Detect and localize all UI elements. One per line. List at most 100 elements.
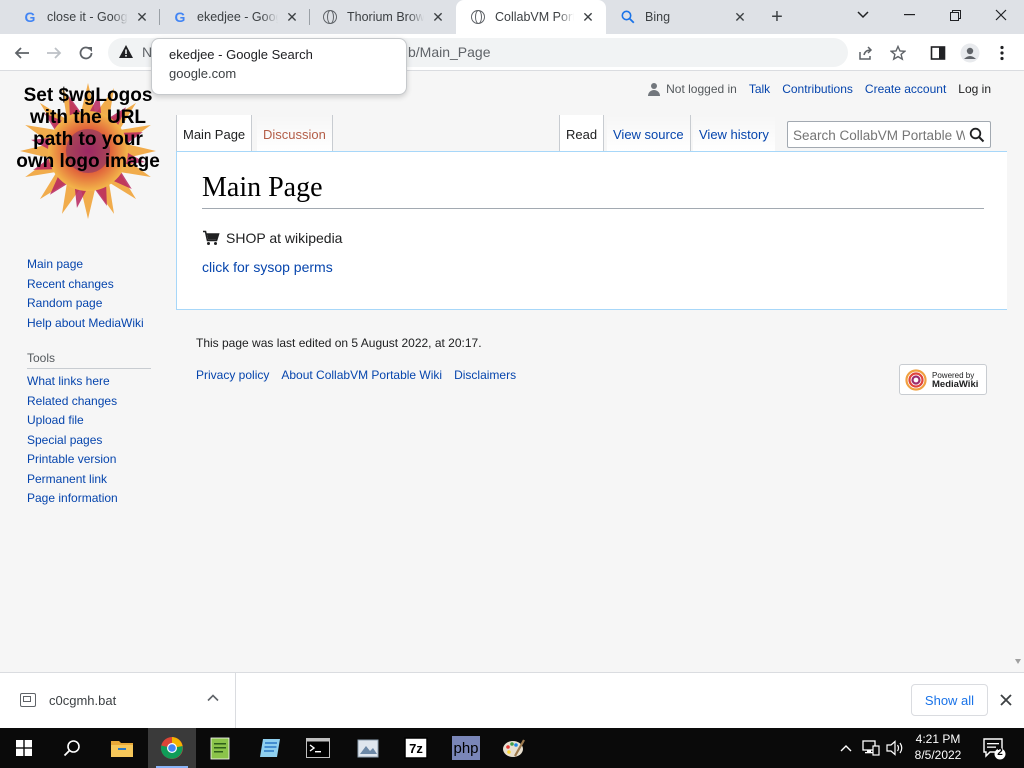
notepad-plus-icon[interactable]: [196, 728, 244, 768]
sidebar-item-page-information[interactable]: Page information: [27, 489, 118, 509]
google-g-icon: G: [24, 9, 36, 25]
close-icon[interactable]: ✕: [284, 9, 300, 25]
sidebar-item-special-pages[interactable]: Special pages: [27, 431, 118, 451]
sidebar-item-upload-file[interactable]: Upload file: [27, 411, 118, 431]
tab-read-label[interactable]: Read: [566, 127, 597, 142]
close-icon[interactable]: ✕: [732, 9, 748, 25]
user-icon: [648, 82, 661, 96]
close-icon[interactable]: ✕: [580, 9, 596, 25]
tray-overflow-chevron-icon[interactable]: [836, 728, 856, 768]
forward-arrow-icon[interactable]: [40, 39, 68, 67]
globe-icon: [322, 9, 338, 25]
wiki-search-box: [787, 121, 991, 148]
tab-ekedjee[interactable]: G ekedjee - Google Search ✕: [158, 0, 310, 34]
windows-start-icon[interactable]: [0, 728, 48, 768]
share-icon[interactable]: [852, 39, 880, 67]
about-wiki-link[interactable]: About CollabVM Portable Wiki: [281, 368, 442, 382]
sidebar-navigation: Main page Recent changes Random page Hel…: [27, 255, 144, 333]
last-edited-text: This page was last edited on 5 August 20…: [196, 336, 482, 350]
logo-text: Set $wgLogos with the URL path to your o…: [16, 85, 160, 172]
warning-triangle-icon[interactable]: [118, 44, 134, 60]
sidebar-item-recent-changes[interactable]: Recent changes: [27, 275, 144, 295]
tab-thorium[interactable]: Thorium Browser ✕: [308, 0, 456, 34]
reload-icon[interactable]: [72, 39, 100, 67]
tab-title: close it - Google Search: [47, 10, 128, 24]
shop-line: SHOP at wikipedia: [202, 230, 342, 246]
tab-main-page-label[interactable]: Main Page: [183, 127, 245, 142]
disclaimers-link[interactable]: Disclaimers: [454, 368, 516, 382]
taskbar-clock[interactable]: 4:21 PM 8/5/2022: [904, 731, 972, 763]
file-explorer-icon[interactable]: [98, 728, 146, 768]
tab-discussion[interactable]: Discussion: [257, 115, 333, 151]
content-area: Main Page SHOP at wikipedia click for sy…: [176, 151, 1007, 310]
cmd-icon[interactable]: [294, 728, 342, 768]
tab-bing[interactable]: Bing ✕: [606, 0, 758, 34]
volume-icon[interactable]: [884, 728, 906, 768]
back-arrow-icon[interactable]: [8, 39, 36, 67]
url-text[interactable]: b/Main_Page: [408, 44, 491, 60]
search-icon[interactable]: [969, 127, 985, 143]
tab-title: CollabVM Portable Wiki: [495, 10, 574, 24]
sidebar-item-printable-version[interactable]: Printable version: [27, 450, 118, 470]
chrome-icon[interactable]: [148, 728, 196, 768]
sidebar-tools: What links here Related changes Upload f…: [27, 372, 118, 509]
shopping-cart-icon: [203, 230, 220, 245]
7zip-label: 7z: [409, 740, 423, 756]
taskbar-search-icon[interactable]: [48, 728, 96, 768]
sysop-perms-link[interactable]: click for sysop perms: [202, 259, 333, 275]
close-download-bar-icon[interactable]: [996, 690, 1016, 710]
tab-read[interactable]: Read: [559, 115, 605, 151]
window-close-icon[interactable]: [978, 0, 1024, 30]
side-panel-icon[interactable]: [924, 39, 952, 67]
tab-discussion-label[interactable]: Discussion: [263, 127, 326, 142]
scroll-down-arrow-icon[interactable]: [1015, 659, 1021, 664]
hover-card-domain: google.com: [169, 66, 237, 81]
tab-view-source[interactable]: View source: [607, 115, 691, 151]
show-all-downloads-button[interactable]: Show all: [911, 684, 988, 716]
windows-taskbar: 7z php 4:21 PM 8/5/2022 2: [0, 728, 1024, 768]
powered-by-line2: MediaWiki: [932, 378, 979, 390]
paint-icon[interactable]: [490, 728, 538, 768]
sidebar-item-related-changes[interactable]: Related changes: [27, 392, 118, 412]
bookmark-star-icon[interactable]: [884, 39, 912, 67]
sidebar-item-random-page[interactable]: Random page: [27, 294, 144, 314]
chevron-up-icon[interactable]: [206, 691, 220, 705]
tab-close-it[interactable]: G close it - Google Search ✕: [8, 0, 160, 34]
7zip-icon[interactable]: 7z: [392, 728, 440, 768]
sidebar-item-main-page[interactable]: Main page: [27, 255, 144, 275]
contributions-link[interactable]: Contributions: [782, 82, 853, 96]
batch-file-icon: [20, 693, 36, 707]
tab-search-chevron-icon[interactable]: [840, 0, 886, 30]
sidebar-item-what-links-here[interactable]: What links here: [27, 372, 118, 392]
network-icon[interactable]: [860, 728, 882, 768]
create-account-link[interactable]: Create account: [865, 82, 946, 96]
download-item[interactable]: c0cgmh.bat: [0, 673, 236, 729]
powered-by-mediawiki-badge[interactable]: Powered by MediaWiki: [899, 364, 987, 395]
php-icon[interactable]: php: [442, 728, 490, 768]
profile-avatar-icon[interactable]: [956, 39, 984, 67]
shop-text: SHOP at wikipedia: [226, 230, 343, 246]
tab-view-history[interactable]: View history: [693, 115, 775, 151]
restore-icon[interactable]: [932, 0, 978, 30]
web-page: Set $wgLogos with the URL path to your o…: [0, 71, 1024, 672]
talk-link[interactable]: Talk: [749, 82, 770, 96]
wiki-search-input[interactable]: [793, 126, 965, 144]
tab-collabvm-active[interactable]: CollabVM Portable Wiki ✕: [456, 0, 606, 34]
close-icon[interactable]: ✕: [430, 9, 446, 25]
sidebar-item-permanent-link[interactable]: Permanent link: [27, 470, 118, 490]
clock-date: 8/5/2022: [914, 748, 962, 762]
tab-view-history-label[interactable]: View history: [699, 127, 769, 142]
image-editor-icon[interactable]: [344, 728, 392, 768]
download-file-name: c0cgmh.bat: [49, 693, 117, 708]
log-in-link[interactable]: Log in: [958, 82, 991, 96]
new-tab-plus-icon[interactable]: +: [766, 6, 788, 28]
sidebar-item-help[interactable]: Help about MediaWiki: [27, 314, 144, 334]
close-icon[interactable]: ✕: [134, 9, 150, 25]
privacy-policy-link[interactable]: Privacy policy: [196, 368, 269, 382]
minimize-icon[interactable]: [886, 0, 932, 30]
wordpad-icon[interactable]: [246, 728, 294, 768]
tab-main-page[interactable]: Main Page: [176, 115, 253, 151]
action-center-icon[interactable]: 2: [982, 736, 1006, 760]
kebab-menu-icon[interactable]: [988, 39, 1016, 67]
tab-view-source-label[interactable]: View source: [613, 127, 684, 142]
